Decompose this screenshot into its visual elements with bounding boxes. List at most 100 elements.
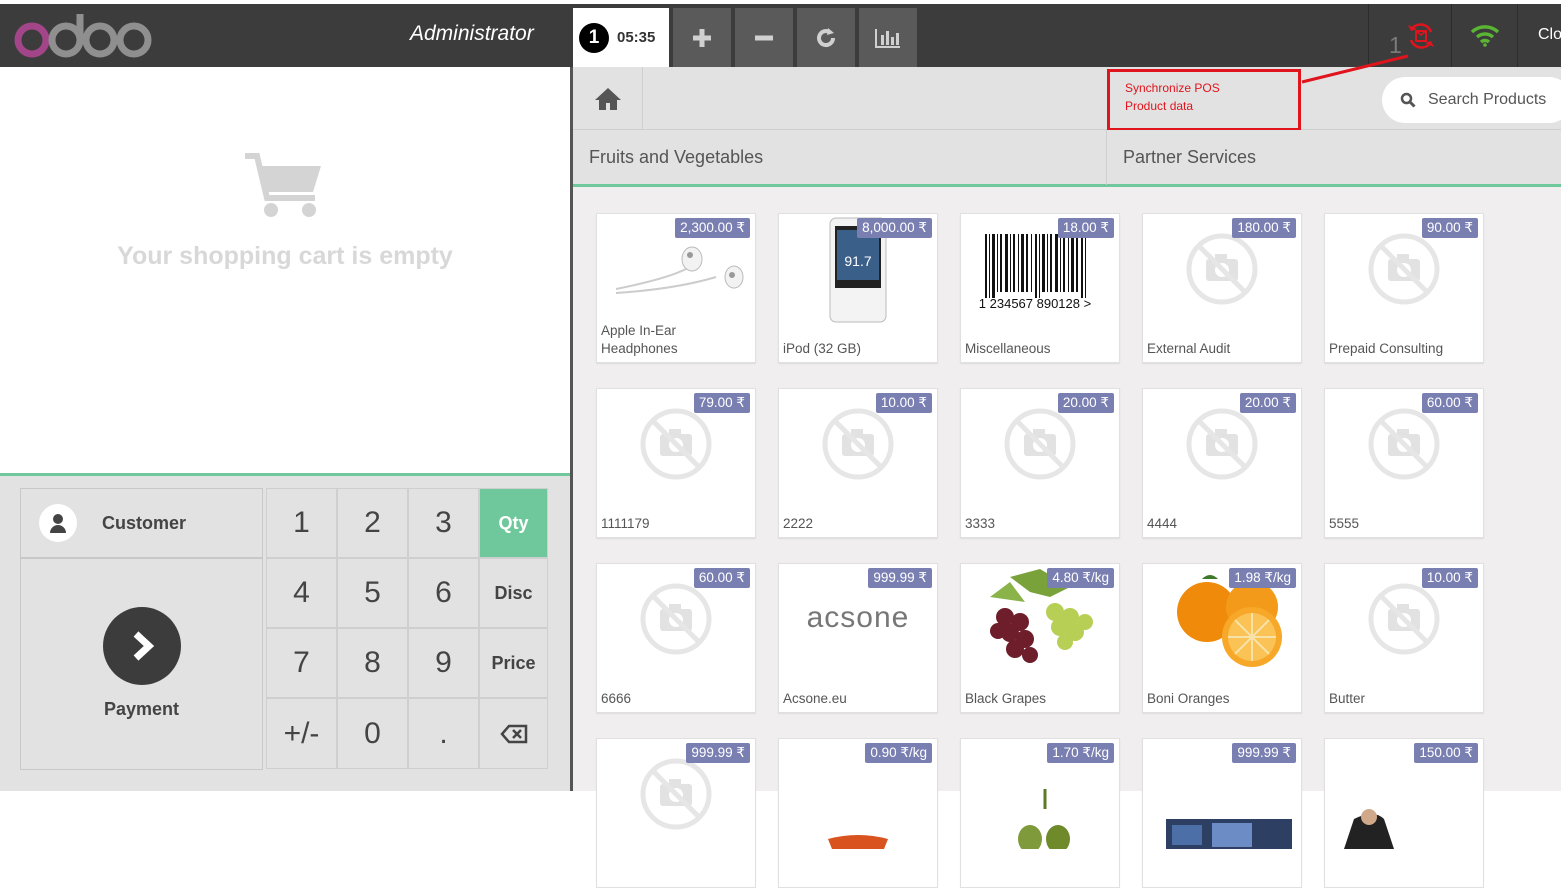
no-photo-icon (640, 408, 712, 480)
shopping-cart-icon (245, 153, 321, 217)
numpad-dot-key[interactable]: . (408, 698, 479, 769)
product-name: 3333 (965, 516, 996, 531)
product-price-badge: 999.99 ₹ (686, 743, 750, 763)
numpad-key-0[interactable]: 0 (337, 698, 408, 769)
product-price-badge: 1.98 ₹/kg (1229, 568, 1296, 588)
acsone-logo: acsone (807, 601, 909, 634)
product-name: 6666 (601, 691, 632, 706)
product-price-badge: 999.99 ₹ (1232, 743, 1296, 763)
user-icon (39, 504, 77, 542)
mode-price-button[interactable]: Price (479, 628, 548, 698)
product-card[interactable]: 999.99 ₹ acsone Acsone.eu (778, 563, 938, 713)
order-tab[interactable]: 1 05:35 (573, 8, 669, 67)
product-card[interactable]: 150.00 ₹ (1324, 738, 1484, 888)
product-price-badge: 10.00 ₹ (1421, 568, 1478, 588)
backspace-button[interactable] (479, 698, 548, 769)
product-card[interactable]: 60.00 ₹ 6666 (596, 563, 756, 713)
stats-button[interactable] (859, 8, 917, 67)
product-name: iPod (32 GB) (783, 341, 862, 356)
product-card[interactable]: 2,300.00 ₹ Apple In-Ear Headphones (596, 213, 756, 363)
product-price-badge: 999.99 ₹ (868, 568, 932, 588)
category-partner-services[interactable]: Partner Services (1106, 130, 1561, 185)
product-name: Butter (1329, 691, 1366, 706)
product-card[interactable]: 10.00 ₹ Butter (1324, 563, 1484, 713)
payment-arrow-icon (103, 607, 181, 685)
product-name: Black Grapes (965, 691, 1047, 706)
no-photo-icon (822, 408, 894, 480)
product-card[interactable]: 999.99 ₹ (596, 738, 756, 888)
product-card[interactable]: 20.00 ₹ 4444 (1142, 388, 1302, 538)
product-name: Acsone.eu (783, 691, 847, 706)
payment-button[interactable]: Payment (20, 558, 263, 770)
customer-button[interactable]: Customer (20, 488, 263, 558)
top-bar: Administrator 1 05:35 1 Clo (0, 4, 1561, 67)
annotation-line-2: Product data (1125, 99, 1194, 113)
product-card[interactable]: 10.00 ₹ 2222 (778, 388, 938, 538)
numpad-key-9[interactable]: 9 (408, 628, 479, 698)
close-button[interactable]: Clo (1538, 26, 1561, 44)
product-card[interactable]: 18.00 ₹ 1 234567 890128 > Miscellaneous (960, 213, 1120, 363)
payment-label: Payment (103, 699, 180, 719)
svg-text:91.7: 91.7 (844, 253, 871, 269)
new-order-button[interactable] (673, 8, 731, 67)
product-name: Prepaid Consulting (1329, 341, 1444, 356)
product-price-badge: 150.00 ₹ (1414, 743, 1478, 763)
product-price-badge: 0.90 ₹/kg (865, 743, 932, 763)
product-card[interactable]: 8,000.00 ₹ 91.7 iPod (32 GB) (778, 213, 938, 363)
numpad-sign-key[interactable]: +/- (266, 698, 337, 769)
numpad-key-5[interactable]: 5 (337, 558, 408, 628)
headphones-image (615, 246, 744, 294)
sync-icon (1408, 23, 1434, 49)
product-card[interactable]: 180.00 ₹ External Audit (1142, 213, 1302, 363)
home-button[interactable] (573, 67, 643, 130)
product-name: Apple In-Ear Headphones (601, 323, 678, 356)
search-input[interactable] (1428, 91, 1561, 109)
wifi-icon (1470, 24, 1499, 47)
product-card[interactable]: 60.00 ₹ 5555 (1324, 388, 1484, 538)
user-name[interactable]: Administrator (410, 22, 534, 46)
numpad-key-2[interactable]: 2 (337, 488, 408, 558)
product-card[interactable]: 20.00 ₹ 3333 (960, 388, 1120, 538)
customer-label: Customer (102, 512, 187, 533)
product-price-badge: 8,000.00 ₹ (857, 218, 932, 238)
numpad-key-3[interactable]: 3 (408, 488, 479, 558)
breadcrumb: Synchronize POS Product data (573, 67, 1561, 131)
product-card[interactable]: 79.00 ₹ 1111179 (596, 388, 756, 538)
no-photo-icon (640, 583, 712, 655)
numpad-key-7[interactable]: 7 (266, 628, 337, 698)
product-card[interactable]: 1.98 ₹/kg Boni Oranges (1142, 563, 1302, 713)
no-photo-icon (1004, 408, 1076, 480)
product-price-badge: 18.00 ₹ (1057, 218, 1114, 238)
no-photo-icon (1368, 233, 1440, 305)
product-card[interactable]: 90.00 ₹ Prepaid Consulting (1324, 213, 1484, 363)
product-name: 5555 (1329, 516, 1360, 531)
product-card[interactable]: 999.99 ₹ (1142, 738, 1302, 888)
product-name: 2222 (783, 516, 814, 531)
delete-order-button[interactable] (735, 8, 793, 67)
product-price-badge: 1.70 ₹/kg (1047, 743, 1114, 763)
product-grid: 2,300.00 ₹ Apple In-Ear Headphones 8,000.0… (596, 213, 1484, 888)
empty-cart-message: Your shopping cart is empty (117, 242, 453, 270)
home-icon (594, 87, 621, 110)
product-card[interactable]: 1.70 ₹/kg (960, 738, 1120, 888)
connection-status[interactable] (1452, 4, 1518, 67)
numpad-key-4[interactable]: 4 (266, 558, 337, 628)
numpad-key-1[interactable]: 1 (266, 488, 337, 558)
numpad-key-6[interactable]: 6 (408, 558, 479, 628)
numpad-key-8[interactable]: 8 (337, 628, 408, 698)
mode-qty-button[interactable]: Qty (479, 488, 548, 558)
no-photo-icon (1186, 233, 1258, 305)
product-card[interactable]: 4.80 ₹/kg Black Grapes (960, 563, 1120, 713)
mode-disc-button[interactable]: Disc (479, 558, 548, 628)
category-fruits-and-vegetables[interactable]: Fruits and Vegetables (573, 130, 1106, 185)
product-name: External Audit (1147, 341, 1231, 356)
product-card[interactable]: 0.90 ₹/kg (778, 738, 938, 888)
odoo-logo (14, 14, 152, 58)
product-price-badge: 180.00 ₹ (1232, 218, 1296, 238)
product-price-badge: 60.00 ₹ (693, 568, 750, 588)
sync-status-button[interactable]: 1 (1368, 4, 1452, 67)
search-box[interactable] (1382, 77, 1561, 123)
product-price-badge: 90.00 ₹ (1421, 218, 1478, 238)
refresh-button[interactable] (797, 8, 855, 67)
action-pad: Customer Payment 1 2 3 Qty 4 5 6 Disc 7 … (0, 473, 570, 791)
